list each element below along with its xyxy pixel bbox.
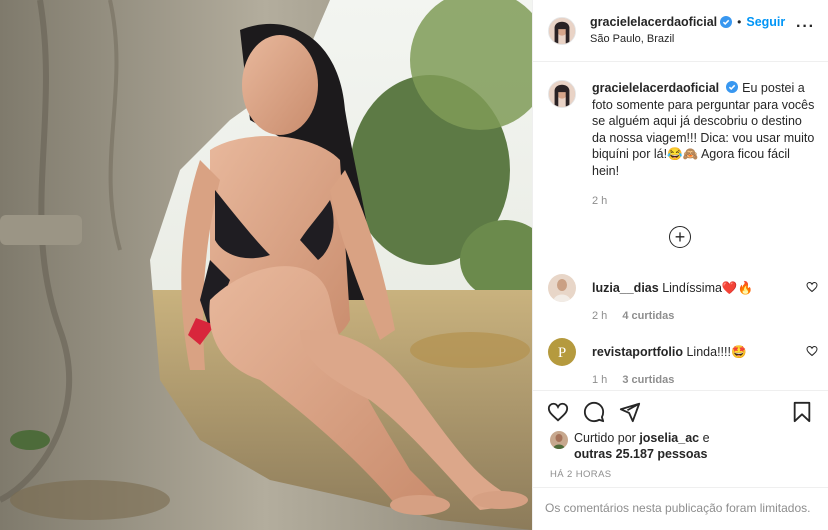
comment-bubble-icon[interactable]: [583, 401, 605, 423]
liked-by-connector: e: [702, 431, 710, 445]
liked-by-others[interactable]: outras 25.187 pessoas: [574, 447, 707, 461]
liked-by: Curtido por joselia_ac e outras 25.187 p…: [550, 430, 710, 462]
instagram-post: gracielelacerdaoficial • Seguir São Paul…: [0, 0, 828, 530]
svg-text:P: P: [558, 345, 566, 361]
post-side-panel: gracielelacerdaoficial • Seguir São Paul…: [532, 0, 828, 530]
commenter-username[interactable]: luzia__dias: [592, 281, 659, 295]
comment-likes[interactable]: 4 curtidas: [622, 310, 674, 322]
author-avatar[interactable]: [548, 16, 576, 45]
caption-username[interactable]: gracielelacerdaoficial: [592, 81, 719, 95]
liker-avatar[interactable]: [550, 431, 568, 449]
heart-outline-icon[interactable]: [547, 401, 569, 423]
caption-text: Eu postei a foto somente para perguntar …: [592, 81, 815, 178]
paper-plane-icon[interactable]: [619, 401, 641, 423]
more-options-icon[interactable]: ···: [796, 19, 815, 35]
comments-limited-notice: Os comentários nesta publicação foram li…: [533, 487, 828, 530]
post-caption: gracielelacerdaoficial Eu postei a foto s…: [548, 80, 818, 210]
comment-text: Linda!!!!🤩: [686, 345, 747, 359]
verified-badge-icon: [720, 16, 733, 28]
comment-like-heart-icon[interactable]: [806, 281, 818, 293]
caption-author-avatar[interactable]: [548, 80, 576, 108]
caption-time[interactable]: 2 h: [592, 193, 818, 210]
post-location[interactable]: São Paulo, Brazil: [590, 31, 785, 47]
comment-item: P revistaportfolio Linda!!!!🤩 1 h 3 curt…: [548, 338, 818, 388]
comment-likes[interactable]: 3 curtidas: [622, 374, 674, 386]
header-separator: •: [737, 15, 742, 29]
load-more-comments-button[interactable]: +: [669, 226, 691, 248]
follow-button[interactable]: Seguir: [746, 14, 785, 30]
post-photo[interactable]: [0, 0, 532, 530]
liked-by-prefix: Curtido por: [574, 431, 636, 445]
post-time[interactable]: HÁ 2 HORAS: [550, 469, 612, 480]
action-bar: [533, 390, 828, 430]
commenter-username[interactable]: revistaportfolio: [592, 345, 683, 359]
comment-like-heart-icon[interactable]: [806, 345, 818, 357]
bookmark-icon[interactable]: [791, 401, 813, 423]
comment-time[interactable]: 2 h: [592, 310, 607, 322]
commenter-avatar[interactable]: P: [548, 338, 576, 366]
commenter-avatar[interactable]: [548, 274, 576, 302]
comment-item: luzia__dias Lindíssima❤️🔥 2 h 4 curtidas: [548, 274, 818, 324]
comment-text: Lindíssima❤️🔥: [662, 281, 754, 295]
liked-by-user[interactable]: joselia_ac: [639, 431, 699, 445]
post-header: gracielelacerdaoficial • Seguir São Paul…: [533, 0, 828, 62]
comment-time[interactable]: 1 h: [592, 374, 607, 386]
author-username[interactable]: gracielelacerdaoficial: [590, 14, 717, 30]
photo-illustration: [0, 0, 532, 530]
caption-verified-badge-icon: [726, 81, 739, 93]
